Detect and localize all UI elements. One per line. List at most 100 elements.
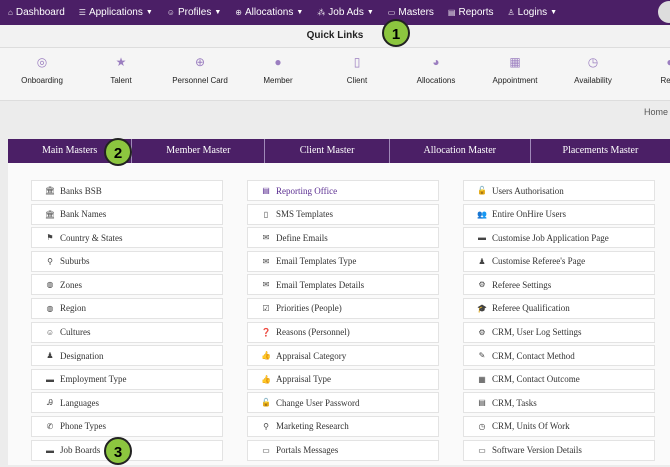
quick-link-client[interactable]: ▯ Client — [317, 55, 397, 85]
list-item-label: Region — [60, 303, 86, 314]
list-item-referee-qualification[interactable]: 🎓 Referee Qualification — [463, 297, 655, 319]
list-item-label: Employment Type — [60, 374, 127, 385]
list-item-languages[interactable]: Ꭿ Languages — [31, 392, 223, 414]
list-item-portals-messages[interactable]: ▭ Portals Messages — [247, 439, 439, 461]
cogs-icon: ⚙ — [478, 280, 486, 290]
envelope-icon: ✉ — [262, 233, 270, 243]
nav-dashboard[interactable]: ⌂ Dashboard — [8, 7, 65, 18]
avatar[interactable] — [658, 1, 670, 23]
list-item-phone-types[interactable]: ✆ Phone Types — [31, 415, 223, 437]
plus-circle-icon: ⊕ — [235, 8, 242, 17]
nav-label: Dashboard — [15, 7, 65, 18]
nav-label: Masters — [398, 7, 434, 18]
list-item-label: Job Boards — [60, 445, 101, 456]
quick-link-talent[interactable]: ★ Talent — [81, 55, 161, 85]
quick-link-label: Allocations — [416, 76, 456, 85]
list-item-region[interactable]: ◍ Region — [31, 297, 223, 319]
quick-link-label: Restr — [660, 76, 670, 85]
nav-profiles[interactable]: ☺ Profiles ▼ — [167, 7, 221, 18]
list-item-suburbs[interactable]: ⚲ Suburbs — [31, 250, 223, 272]
quick-link-appointment[interactable]: ▦ Appointment — [475, 55, 555, 85]
list-item-cultures[interactable]: ☺ Cultures — [31, 321, 223, 343]
nav-masters[interactable]: ▭ Masters — [388, 7, 434, 18]
list-item-designation[interactable]: ♟ Designation — [31, 345, 223, 367]
column-communication-masters: ▤ Reporting Office ▯ SMS Templates ✉ Define… — [247, 180, 439, 463]
clock-icon: ◷ — [478, 421, 486, 431]
list-item-change-user-password[interactable]: 🔓 Change User Password — [247, 392, 439, 414]
list-item-employment-type[interactable]: ▬ Employment Type — [31, 368, 223, 390]
list-item-bank-names[interactable]: 🏛 Bank Names — [31, 203, 223, 225]
list-item-define-emails[interactable]: ✉ Define Emails — [247, 227, 439, 249]
quick-links-title: Quick Links — [0, 25, 670, 48]
list-item-reasons-personnel[interactable]: ❓ Reasons (Personnel) — [247, 321, 439, 343]
nav-applications[interactable]: ☰ Applications ▼ — [79, 7, 153, 18]
tab-allocation-master[interactable]: Allocation Master — [390, 139, 531, 163]
nav-label: Allocations — [244, 7, 294, 18]
quick-link-allocations[interactable]: ◕ Allocations — [396, 55, 476, 85]
folder-icon: ▭ — [387, 8, 396, 17]
column-general-masters: 🏛 Banks BSB 🏛 Bank Names ⚑ Country & States… — [31, 180, 223, 463]
list-item-sms-templates[interactable]: ▯ SMS Templates — [247, 203, 439, 225]
list-item-label: CRM, Tasks — [492, 397, 537, 408]
user-icon: ● — [274, 55, 282, 69]
envelope-icon: ✉ — [262, 280, 270, 290]
quick-link-personnel-card[interactable]: ⊕ Personnel Card — [160, 55, 240, 85]
callout-badge-3: 3 — [104, 437, 132, 465]
quick-link-restr[interactable]: ● Restr — [630, 55, 670, 85]
chevron-down-icon: ▼ — [296, 9, 304, 16]
list-item-label: Portals Messages — [276, 445, 339, 456]
nav-job-ads[interactable]: ⁂ Job Ads ▼ — [317, 7, 374, 18]
quick-link-onboarding[interactable]: ◎ Onboarding — [2, 55, 82, 85]
clock-icon: ◷ — [587, 55, 599, 69]
users-icon: 👥 — [477, 209, 487, 219]
tab-placements-master[interactable]: Placements Master — [531, 139, 670, 163]
list-item-reporting-office[interactable]: ▤ Reporting Office — [247, 180, 439, 201]
list-item-crm-tasks[interactable]: ▤ CRM, Tasks — [463, 392, 655, 414]
list-item-appraisal-category[interactable]: 👍 Appraisal Category — [247, 345, 439, 367]
list-item-country-states[interactable]: ⚑ Country & States — [31, 227, 223, 249]
list-item-label: Zones — [60, 279, 82, 290]
calendar-icon: ▦ — [478, 374, 486, 384]
nav-allocations[interactable]: ⊕ Allocations ▼ — [235, 7, 303, 18]
list-item-crm-contact-outcome[interactable]: ▦ CRM, Contact Outcome — [463, 368, 655, 390]
list-item-appraisal-type[interactable]: 👍 Appraisal Type — [247, 368, 439, 390]
list-item-entire-onhire-users[interactable]: 👥 Entire OnHire Users — [463, 203, 655, 225]
user-circle-icon: ◎ — [36, 55, 48, 69]
list-item-crm-user-log-settings[interactable]: ⚙ CRM, User Log Settings — [463, 321, 655, 343]
nav-logins[interactable]: ♙ Logins ▼ — [508, 7, 558, 18]
monitor-icon: ▭ — [262, 445, 270, 455]
quick-link-availability[interactable]: ◷ Availability — [553, 55, 633, 85]
callout-badge-2: 2 — [104, 138, 132, 166]
list-item-label: Users Authorisation — [492, 185, 564, 196]
list-item-crm-units-of-work[interactable]: ◷ CRM, Units Of Work — [463, 415, 655, 437]
list-item-label: Appraisal Type — [276, 374, 331, 385]
language-icon: Ꭿ — [47, 397, 53, 407]
list-item-marketing-research[interactable]: ⚲ Marketing Research — [247, 415, 439, 437]
list-item-label: Languages — [60, 397, 99, 408]
list-item-priorities-people[interactable]: ☑ Priorities (People) — [247, 297, 439, 319]
smile-icon: ☺ — [45, 327, 55, 337]
list-item-software-version-details[interactable]: ▭ Software Version Details — [463, 439, 655, 461]
quick-link-member[interactable]: ● Member — [238, 55, 318, 85]
list-item-referee-settings[interactable]: ⚙ Referee Settings — [463, 274, 655, 296]
breadcrumb-home[interactable]: Home — [644, 107, 668, 117]
list-item-label: SMS Templates — [276, 209, 333, 220]
nav-reports[interactable]: ▤ Reports — [448, 7, 494, 18]
list-item-users-authorisation[interactable]: 🔓 Users Authorisation — [463, 180, 655, 201]
quick-link-label: Appointment — [492, 76, 538, 85]
list-item-label: Referee Qualification — [492, 303, 570, 314]
list-item-customise-job-application-page[interactable]: ▬ Customise Job Application Page — [463, 227, 655, 249]
list-item-email-templates-type[interactable]: ✉ Email Templates Type — [247, 250, 439, 272]
list-item-label: CRM, User Log Settings — [492, 327, 582, 338]
list-item-label: Define Emails — [276, 232, 328, 243]
list-item-banks-bsb[interactable]: 🏛 Banks BSB — [31, 180, 223, 201]
list-item-customise-referees-page[interactable]: ♟ Customise Referee's Page — [463, 250, 655, 272]
list-item-label: CRM, Contact Outcome — [492, 374, 580, 385]
list-item-email-templates-details[interactable]: ✉ Email Templates Details — [247, 274, 439, 296]
list-item-crm-contact-method[interactable]: ✎ CRM, Contact Method — [463, 345, 655, 367]
list-item-label: Phone Types — [60, 421, 106, 432]
list-item-zones[interactable]: ◍ Zones — [31, 274, 223, 296]
tab-client-master[interactable]: Client Master — [265, 139, 390, 163]
tab-member-master[interactable]: Member Master — [132, 139, 266, 163]
list-item-label: Reporting Office — [276, 185, 338, 196]
